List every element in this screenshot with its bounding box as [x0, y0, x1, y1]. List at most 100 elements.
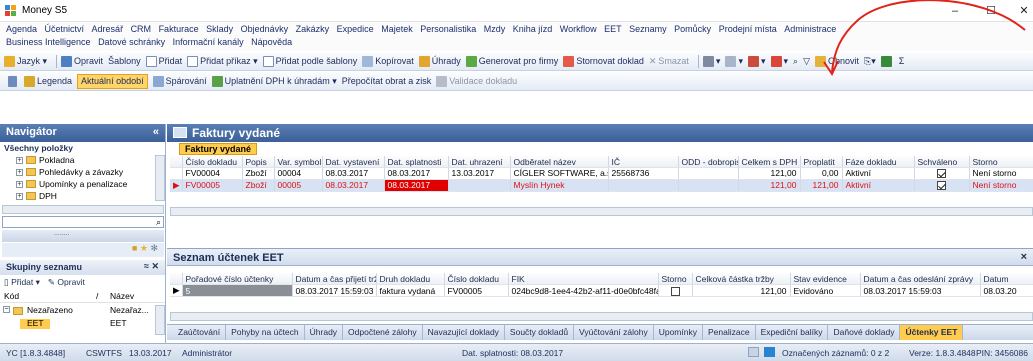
- invoices-column-header[interactable]: Dat. uhrazení: [448, 156, 511, 168]
- detail-tab[interactable]: Součty dokladů: [505, 325, 575, 340]
- menu-item[interactable]: CRM: [131, 24, 152, 34]
- eet-column-header[interactable]: Pořadové číslo účtenky: [182, 273, 293, 285]
- checkbox[interactable]: [937, 169, 946, 179]
- tree-item-pokladna[interactable]: + Pokladna: [16, 155, 74, 165]
- pridat-prikaz-button[interactable]: Přidat příkaz ▾: [187, 55, 258, 67]
- menu-item[interactable]: Pomůcky: [674, 24, 711, 34]
- menu-item[interactable]: Expedice: [337, 24, 374, 34]
- groups-pridat-button[interactable]: ▯ Přidat ▾: [4, 277, 40, 288]
- menu-item[interactable]: Účetnictví: [45, 24, 85, 34]
- storno-checkbox[interactable]: [658, 284, 693, 297]
- eet-column-header[interactable]: Datum: [980, 273, 1033, 285]
- tab-faktury-vydane[interactable]: Faktury vydané: [179, 143, 258, 155]
- approved-checkbox[interactable]: [914, 167, 970, 180]
- validace-dokladu-button[interactable]: Validace dokladu: [436, 75, 517, 87]
- menu-item[interactable]: Kniha jízd: [513, 24, 553, 34]
- checkbox[interactable]: [937, 181, 946, 190]
- stornovat-button[interactable]: Stornovat doklad: [563, 55, 644, 67]
- menu-item[interactable]: Majetek: [381, 24, 413, 34]
- detail-tab[interactable]: Penalizace: [703, 325, 756, 340]
- invoices-hscroll[interactable]: [170, 207, 1033, 216]
- opravit-button[interactable]: Opravit: [61, 55, 103, 67]
- menu-item[interactable]: Agenda: [6, 24, 37, 34]
- uplatneni-dph-button[interactable]: Uplatnění DPH k úhradám ▾: [211, 75, 337, 87]
- menu-item[interactable]: Workflow: [560, 24, 597, 34]
- detail-tab[interactable]: Účtenky EET: [900, 325, 964, 340]
- groups-row-eet[interactable]: EET EET: [0, 318, 155, 330]
- invoices-column-header[interactable]: Fáze dokladu: [842, 156, 915, 168]
- print-button[interactable]: ▾: [702, 55, 720, 67]
- invoices-column-header[interactable]: Var. symbol: [274, 156, 323, 168]
- eet-column-header[interactable]: FIK: [508, 273, 659, 285]
- legenda-button[interactable]: Legenda: [24, 75, 72, 87]
- menu-item[interactable]: Seznamy: [629, 24, 667, 34]
- detail-tab[interactable]: Pohyby na účtech: [226, 325, 305, 340]
- generovat-button[interactable]: Generovat pro firmy: [465, 55, 558, 67]
- menu-item[interactable]: Zakázky: [296, 24, 330, 34]
- detail-tab[interactable]: Zaúčtování: [173, 325, 227, 340]
- tree-item-pohledavky[interactable]: + Pohledávky a závazky: [16, 167, 123, 177]
- menu-item[interactable]: Mzdy: [484, 24, 506, 34]
- uhrady-button[interactable]: Úhrady: [418, 55, 461, 67]
- eet-column-header[interactable]: Datum a čas odeslání zprávy: [860, 273, 981, 285]
- pin-icon[interactable]: [8, 75, 19, 87]
- invoices-column-header[interactable]: Schváleno: [914, 156, 970, 168]
- groups-opravit-button[interactable]: ✎ Opravit: [48, 277, 85, 288]
- menu-item[interactable]: Business Intelligence: [6, 37, 91, 47]
- menu-item[interactable]: Personalistika: [420, 24, 476, 34]
- detail-tab[interactable]: Vyúčtování zálohy: [574, 325, 654, 340]
- menu-item[interactable]: Adresář: [92, 24, 124, 34]
- menu-item[interactable]: Datové schránky: [98, 37, 165, 47]
- navigator-collapse-button[interactable]: «: [153, 126, 159, 138]
- checkbox[interactable]: [670, 286, 680, 296]
- invoices-column-header[interactable]: Číslo dokladu: [182, 156, 243, 168]
- detail-tab[interactable]: Úhrady: [305, 325, 344, 340]
- eet-column-header[interactable]: Stav evidence: [790, 273, 861, 285]
- star-icon[interactable]: ★: [140, 243, 148, 253]
- eet-close-button[interactable]: ×: [1021, 251, 1027, 263]
- groups-col-nazev[interactable]: Název: [110, 291, 134, 301]
- invoices-column-header[interactable]: Dat. vystavení: [322, 156, 385, 168]
- pridat-podle-sablony-button[interactable]: Přidat podle šablony: [262, 55, 357, 67]
- invoices-column-header[interactable]: IČ: [608, 156, 679, 168]
- detail-tab[interactable]: Daňové doklady: [828, 325, 901, 340]
- detail-tab[interactable]: Expediční balíky: [756, 325, 829, 340]
- menu-item[interactable]: Objednávky: [241, 24, 289, 34]
- aktualni-obdobi-button[interactable]: Aktuální období: [77, 73, 148, 89]
- navigator-hscroll[interactable]: [2, 205, 164, 214]
- groups-col-kod[interactable]: Kód: [4, 291, 19, 301]
- kopirovat-button[interactable]: Kopírovat: [362, 55, 414, 67]
- menu-item[interactable]: Fakturace: [159, 24, 199, 34]
- invoices-column-header[interactable]: Dat. splatnosti: [384, 156, 449, 168]
- sparovani-button[interactable]: Spárování: [152, 75, 207, 87]
- table-row[interactable]: FV00004 Zboží 00004 08.03.2017 08.03.2017 13.…: [170, 167, 1033, 180]
- navigator-search-input[interactable]: ⌕: [2, 216, 164, 228]
- eet-column-header[interactable]: Storno: [658, 273, 693, 285]
- menu-item[interactable]: Sklady: [206, 24, 233, 34]
- prepocitat-button[interactable]: Přepočítat obrat a zisk: [342, 76, 432, 86]
- approved-checkbox[interactable]: [914, 179, 970, 192]
- invoices-column-header[interactable]: Proplatit: [800, 156, 843, 168]
- tree-item-dph[interactable]: + DPH: [16, 191, 57, 201]
- groups-collapse-icon[interactable]: ≈ ✕: [144, 261, 159, 272]
- sablony-button[interactable]: Šablony: [108, 56, 141, 66]
- invoices-column-header[interactable]: Storno: [969, 156, 1033, 168]
- jazyk-button[interactable]: Jazyk ▾: [4, 55, 47, 67]
- mail-icon[interactable]: [748, 347, 759, 357]
- eet-column-header[interactable]: Druh dokladu: [376, 273, 445, 285]
- invoices-column-header[interactable]: ODD - dobropis: [678, 156, 739, 168]
- menu-item[interactable]: Informační kanály: [173, 37, 244, 47]
- menu-item[interactable]: Nápověda: [251, 37, 292, 47]
- detail-tab[interactable]: Navazující doklady: [423, 325, 505, 340]
- tree-item-upominky[interactable]: + Upomínky a penalizace: [16, 179, 127, 189]
- folder-shortcut-icon[interactable]: ■: [132, 243, 137, 253]
- eet-hscroll[interactable]: [170, 312, 1033, 321]
- invoices-column-header[interactable]: Popis: [242, 156, 275, 168]
- eet-column-header[interactable]: Číslo dokladu: [444, 273, 509, 285]
- eet-column-header[interactable]: Datum a čas přijetí tržby: [292, 273, 377, 285]
- invoices-column-header[interactable]: Odběratel název: [510, 156, 609, 168]
- table-row[interactable]: ▶ FV00005 Zboží 00005 08.03.2017 08.03.2017 My…: [170, 179, 1033, 192]
- menu-item[interactable]: EET: [604, 24, 622, 34]
- invoices-column-header[interactable]: Celkem s DPH: [738, 156, 801, 168]
- groups-row-nezarazeno[interactable]: − Nezařazeno Nezařaz...: [0, 305, 165, 317]
